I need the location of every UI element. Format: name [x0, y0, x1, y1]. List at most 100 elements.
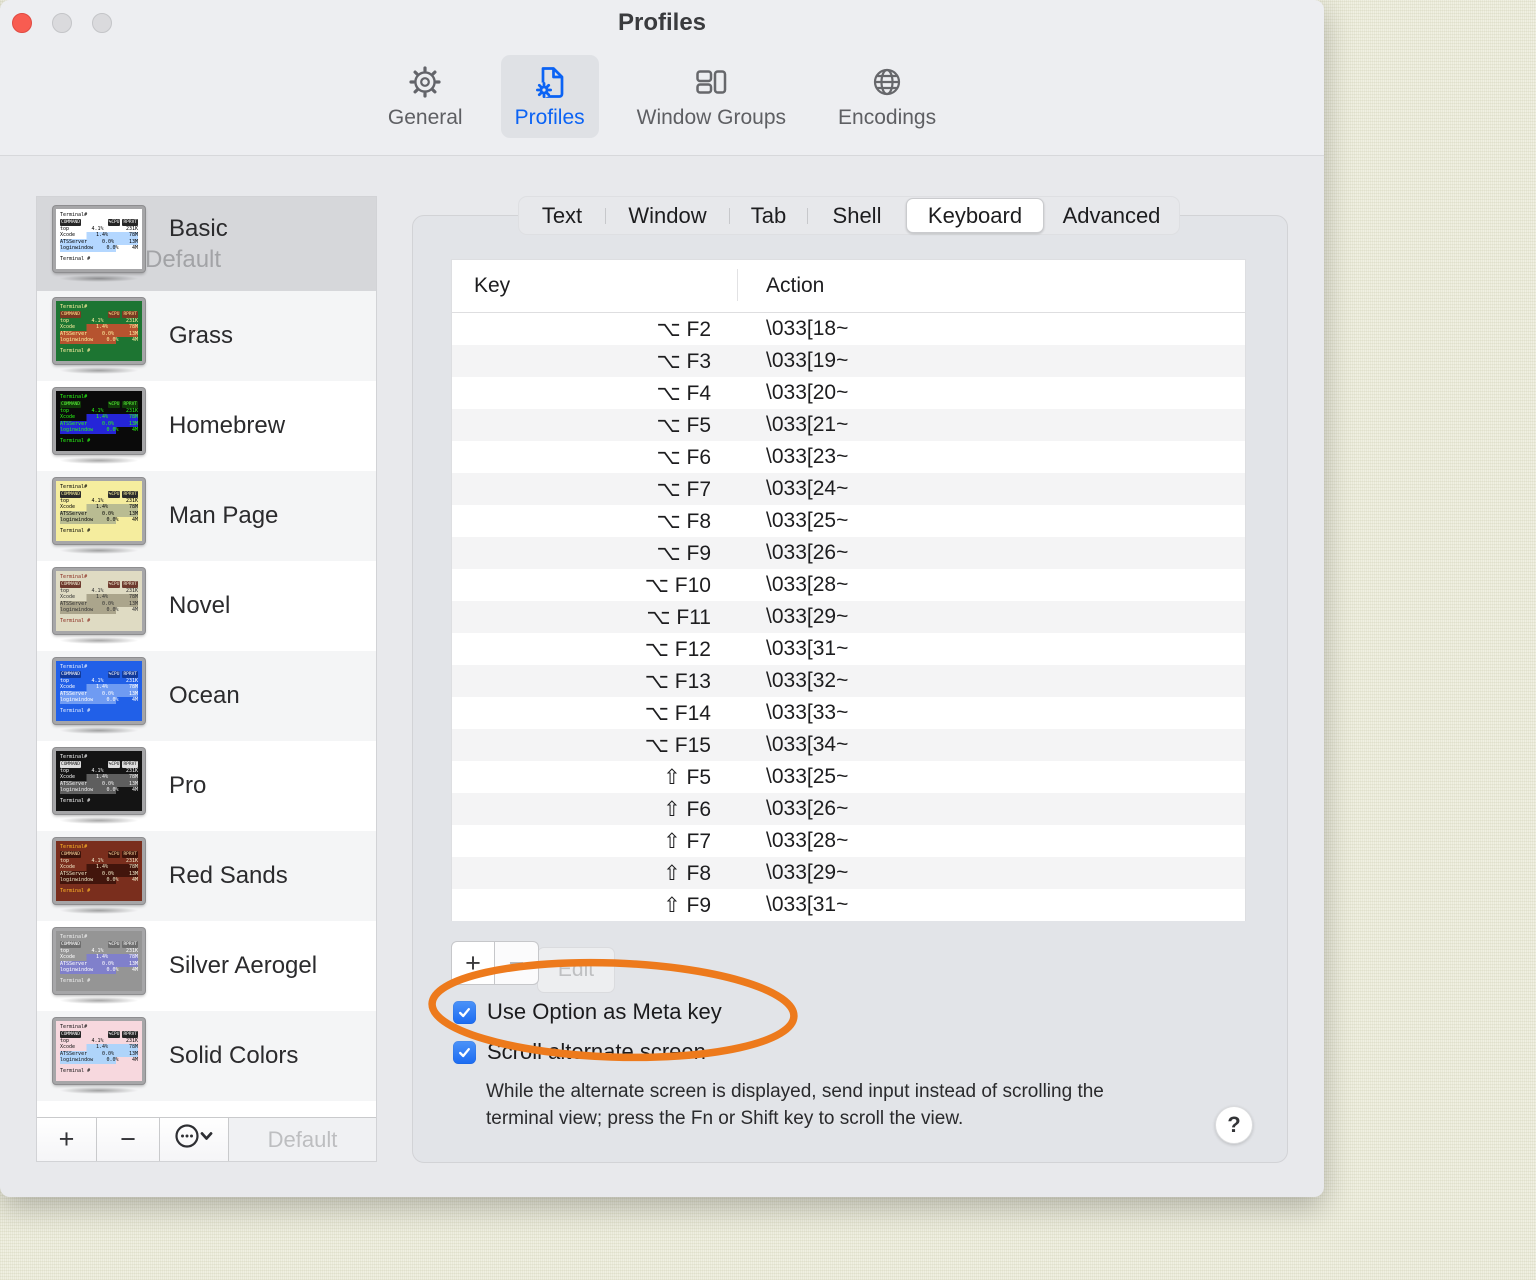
scroll-alternate-screen-checkbox[interactable]: [453, 1040, 476, 1064]
tab-shell[interactable]: Shell: [808, 197, 906, 234]
table-body: ⌥ F2 \033[18~ ⌥ F3 \033[19~ ⌥ F4 \033[20~ ⌥…: [452, 313, 1245, 921]
table-row[interactable]: ⌥ F8 \033[25~: [452, 505, 1245, 537]
profile-thumbnail: Terminal# COMMAND %CPU RPRVT top 4.1% 231K Xcod…: [53, 658, 145, 734]
profile-thumbnail: Terminal# COMMAND %CPU RPRVT top 4.1% 231K Xcod…: [53, 568, 145, 644]
key-cell: ⌥ F15: [644, 733, 711, 757]
remove-profile-button[interactable]: −: [97, 1118, 160, 1161]
profile-thumbnail: Terminal# COMMAND %CPU RPRVT top 4.1% 231K Xcod…: [53, 928, 145, 1004]
toolbar-item-general[interactable]: General: [374, 55, 477, 138]
table-row[interactable]: ⌥ F7 \033[24~: [452, 473, 1245, 505]
profile-row-novel[interactable]: Terminal# COMMAND %CPU RPRVT top 4.1% 231K Xcod…: [37, 561, 376, 651]
toolbar-item-window-groups[interactable]: Window Groups: [623, 55, 800, 138]
profiles-list: Terminal# COMMAND %CPU RPRVT top 4.1% 231K Xcod…: [37, 197, 376, 1117]
action-cell: \033[21~: [766, 413, 849, 436]
add-profile-button[interactable]: +: [37, 1118, 97, 1161]
table-row[interactable]: ⌥ F13 \033[32~: [452, 665, 1245, 697]
checkmark-icon: [459, 1047, 470, 1057]
profile-row-basic[interactable]: Terminal# COMMAND %CPU RPRVT top 4.1% 231K Xcod…: [37, 197, 376, 291]
table-row[interactable]: ⌥ F15 \033[34~: [452, 729, 1245, 761]
profile-row-silver-aerogel[interactable]: Terminal# COMMAND %CPU RPRVT top 4.1% 231K Xcod…: [37, 921, 376, 1011]
key-cell: ⌥ F7: [656, 477, 711, 501]
profile-thumbnail: Terminal# COMMAND %CPU RPRVT top 4.1% 231K Xcod…: [53, 838, 145, 914]
key-mappings-table: Key Action ⌥ F2 \033[18~ ⌥ F3 \033[19~ ⌥ F…: [451, 259, 1246, 921]
table-row[interactable]: ⇧ F6 \033[26~: [452, 793, 1245, 825]
action-cell: \033[18~: [766, 317, 849, 340]
profile-row-red-sands[interactable]: Terminal# COMMAND %CPU RPRVT top 4.1% 231K Xcod…: [37, 831, 376, 921]
key-cell: ⌥ F4: [656, 381, 711, 405]
column-header-key[interactable]: Key: [452, 274, 510, 298]
edit-row-button[interactable]: Edit: [537, 947, 615, 993]
checkmark-icon: [459, 1007, 470, 1017]
table-row[interactable]: ⇧ F8 \033[29~: [452, 857, 1245, 889]
action-cell: \033[26~: [766, 797, 849, 820]
profile-tabbar: Text Window Tab Shell Keyboard Advanced: [518, 196, 1180, 235]
action-cell: \033[34~: [766, 733, 849, 756]
scroll-alternate-screen-label: Scroll alternate screen: [487, 1039, 706, 1064]
remove-row-button[interactable]: −: [495, 941, 539, 985]
profile-row-man-page[interactable]: Terminal# COMMAND %CPU RPRVT top 4.1% 231K Xcod…: [37, 471, 376, 561]
tab-keyboard[interactable]: Keyboard: [906, 198, 1044, 233]
profile-row-solid-colors[interactable]: Terminal# COMMAND %CPU RPRVT top 4.1% 231K Xcod…: [37, 1011, 376, 1101]
table-row[interactable]: ⌥ F2 \033[18~: [452, 313, 1245, 345]
toolbar-item-label: General: [387, 106, 463, 129]
table-row[interactable]: ⌥ F14 \033[33~: [452, 697, 1245, 729]
tab-text[interactable]: Text: [519, 197, 605, 234]
table-row[interactable]: ⌥ F10 \033[28~: [452, 569, 1245, 601]
table-row[interactable]: ⌥ F3 \033[19~: [452, 345, 1245, 377]
table-row[interactable]: ⌥ F11 \033[29~: [452, 601, 1245, 633]
key-cell: ⌥ F8: [656, 509, 711, 533]
table-row[interactable]: ⌥ F4 \033[20~: [452, 377, 1245, 409]
window-title: Profiles: [617, 9, 707, 36]
profile-thumbnail: Terminal# COMMAND %CPU RPRVT top 4.1% 231K Xcod…: [53, 206, 145, 282]
key-cell: ⌥ F13: [644, 669, 711, 693]
profile-row-pro[interactable]: Terminal# COMMAND %CPU RPRVT top 4.1% 231K Xcod…: [37, 741, 376, 831]
action-cell: \033[20~: [766, 381, 849, 404]
profile-row-homebrew[interactable]: Terminal# COMMAND %CPU RPRVT top 4.1% 231K Xcod…: [37, 381, 376, 471]
use-option-as-meta-checkbox[interactable]: [453, 1000, 476, 1024]
profiles-sidebar: Terminal# COMMAND %CPU RPRVT top 4.1% 231K Xcod…: [36, 196, 377, 1162]
profile-name: Man Page: [169, 502, 279, 529]
table-row[interactable]: ⌥ F5 \033[21~: [452, 409, 1245, 441]
table-row[interactable]: ⇧ F5 \033[25~: [452, 761, 1245, 793]
profile-name: Novel: [169, 592, 231, 619]
profile-row-grass[interactable]: Terminal# COMMAND %CPU RPRVT top 4.1% 231K Xcod…: [37, 291, 376, 381]
action-cell: \033[28~: [766, 829, 849, 852]
add-row-button[interactable]: +: [451, 941, 495, 985]
profile-name: Silver Aerogel: [169, 952, 318, 979]
table-row[interactable]: ⇧ F7 \033[28~: [452, 825, 1245, 857]
toolbar-item-label: Profiles: [514, 106, 585, 129]
action-cell: \033[26~: [766, 541, 849, 564]
ellipsis-circle-icon: [174, 1122, 214, 1157]
table-header[interactable]: Key Action: [452, 260, 1245, 313]
preferences-window: Profiles General Profiles Window Groups …: [0, 0, 1324, 1197]
profile-name: Pro: [169, 772, 207, 799]
action-cell: \033[31~: [766, 893, 849, 916]
action-cell: \033[19~: [766, 349, 849, 372]
profile-row-ocean[interactable]: Terminal# COMMAND %CPU RPRVT top 4.1% 231K Xcod…: [37, 651, 376, 741]
profile-actions-menu-button[interactable]: [160, 1118, 229, 1161]
profile-name: Homebrew: [169, 412, 286, 439]
action-cell: \033[28~: [766, 573, 849, 596]
help-button[interactable]: ?: [1215, 1106, 1253, 1144]
toolbar-item-encodings[interactable]: Encodings: [824, 55, 950, 138]
table-row[interactable]: ⇧ F9 \033[31~: [452, 889, 1245, 921]
tab-advanced[interactable]: Advanced: [1044, 197, 1179, 234]
tab-tab[interactable]: Tab: [730, 197, 807, 234]
table-row[interactable]: ⌥ F9 \033[26~: [452, 537, 1245, 569]
key-cell: ⇧ F9: [663, 893, 711, 917]
profile-name: Ocean: [169, 682, 240, 709]
key-cell: ⌥ F10: [644, 573, 711, 597]
key-cell: ⇧ F8: [663, 861, 711, 885]
table-row[interactable]: ⌥ F12 \033[31~: [452, 633, 1245, 665]
default-button[interactable]: Default: [229, 1118, 376, 1161]
profile-settings-panel: Key Action ⌥ F2 \033[18~ ⌥ F3 \033[19~ ⌥ F…: [412, 215, 1288, 1163]
table-row[interactable]: ⌥ F6 \033[23~: [452, 441, 1245, 473]
profile-name: Basic: [169, 214, 228, 242]
sidebar-footer: + − Default: [37, 1117, 376, 1161]
tab-window[interactable]: Window: [606, 197, 729, 234]
column-divider[interactable]: [737, 269, 738, 301]
toolbar-item-profiles[interactable]: Profiles: [500, 55, 599, 138]
profile-subtitle: Default: [145, 245, 222, 273]
column-header-action[interactable]: Action: [766, 274, 824, 298]
use-option-as-meta-label: Use Option as Meta key: [487, 999, 722, 1024]
